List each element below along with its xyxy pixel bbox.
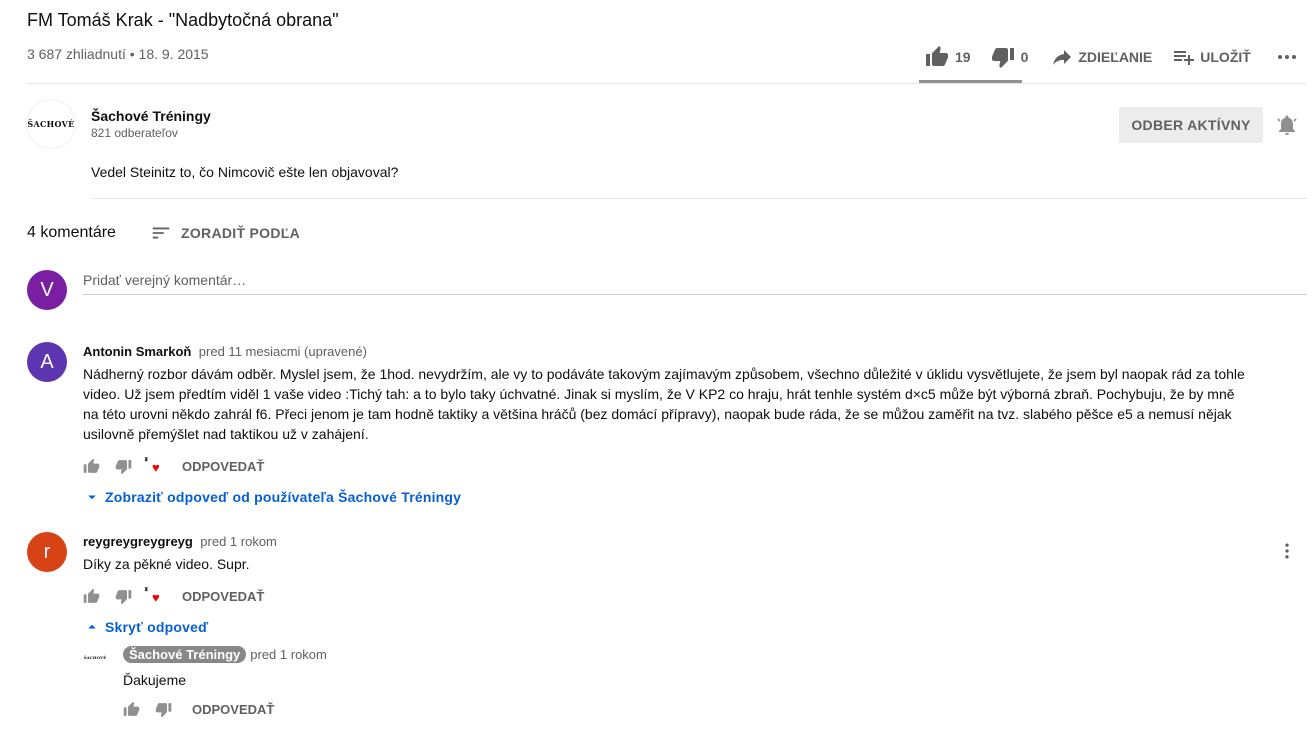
channel-avatar[interactable]: ŠACHOVÉ — [27, 100, 75, 148]
comment-text: Díky za pěkné video. Supr. — [83, 556, 250, 572]
thumb-up-icon[interactable] — [123, 701, 140, 718]
playlist-add-icon — [1174, 51, 1195, 65]
chevron-down-icon — [88, 495, 96, 500]
comment-avatar[interactable]: r — [27, 532, 67, 572]
reply-time[interactable]: pred 1 rokom — [250, 647, 327, 662]
notification-bell-button[interactable] — [1275, 113, 1299, 142]
video-meta: 3 687 zhliadnutí • 18. 9. 2015 — [27, 46, 209, 62]
thumb-down-icon[interactable] — [115, 458, 132, 475]
comment-author[interactable]: Antonin Smarkoň — [83, 344, 191, 359]
reply-header: Šachové Tréningy pred 1 rokom — [123, 646, 327, 663]
creator-heart-logo: ♜ — [144, 587, 149, 593]
heart-icon: ♥ — [152, 460, 160, 475]
thumb-up-icon — [926, 46, 948, 66]
more-actions-button[interactable] — [1275, 45, 1299, 69]
sort-icon — [152, 227, 170, 239]
comment-header: Antonin Smarkoň pred 11 mesiacmi (uprave… — [83, 343, 367, 361]
user-avatar: V — [27, 270, 67, 310]
reply-button[interactable]: ODPOVEDAŤ — [182, 459, 264, 474]
hide-replies-link[interactable]: Skryť odpoveď — [83, 618, 208, 636]
show-replies-link[interactable]: Zobraziť odpoveď od používateľa Šachové … — [83, 488, 461, 506]
thumb-up-icon[interactable] — [83, 588, 100, 605]
sort-label: ZORADIŤ PODĽA — [181, 225, 301, 241]
creator-heart: ♜ ♥ — [144, 587, 166, 605]
subscriber-count: 821 odberateľov — [91, 126, 178, 140]
show-replies-label: Zobraziť odpoveď od používateľa Šachové … — [105, 489, 462, 505]
comment-toolbar: ♜ ♥ ODPOVEDAŤ — [83, 457, 264, 475]
add-comment-input[interactable]: Pridať verejný komentár… — [83, 272, 246, 288]
comment-author[interactable]: reygreygreygreyg — [83, 534, 193, 549]
dislike-count: 0 — [1020, 49, 1029, 65]
reply-toolbar: ODPOVEDAŤ — [123, 701, 274, 718]
more-horiz-icon — [1277, 55, 1296, 59]
comment-text: Nádherný rozbor dávám odběr. Myslel jsem… — [83, 364, 1245, 444]
like-count: 19 — [955, 49, 971, 65]
thumb-down-icon — [991, 48, 1014, 68]
creator-heart-logo: ♜ — [144, 457, 149, 463]
thumb-up-icon[interactable] — [83, 458, 100, 475]
like-button[interactable]: 19 — [925, 45, 971, 69]
save-label: ULOŽIŤ — [1200, 49, 1251, 65]
share-button[interactable]: ZDIEĽANIE — [1050, 45, 1152, 69]
reply-logo-text: ŠACHOVÉ — [83, 654, 107, 660]
share-label: ZDIEĽANIE — [1078, 49, 1153, 65]
reply-text: Ďakujeme — [123, 672, 187, 688]
comment-time[interactable]: pred 1 rokom — [200, 534, 277, 549]
comment-text-line: video. Už jsem předtím viděl 1 vaše vide… — [83, 386, 1235, 402]
video-title: FM Tomáš Krak - "Nadbytočná obrana" — [27, 10, 339, 30]
channel-name[interactable]: Šachové Tréningy — [91, 108, 211, 124]
thumb-down-icon[interactable] — [155, 701, 172, 718]
reply-avatar[interactable]: ŠACHOVÉ — [83, 645, 107, 669]
save-button[interactable]: ULOŽIŤ — [1172, 45, 1251, 69]
comment-toolbar: ♜ ♥ ODPOVEDAŤ — [83, 587, 264, 605]
divider — [91, 198, 1307, 199]
video-description: Vedel Steinitz to, čo Nimcovič ešte len … — [91, 164, 399, 180]
comment-count: 4 komentáre — [27, 224, 116, 241]
hide-replies-label: Skryť odpoveď — [105, 619, 209, 635]
reply-button[interactable]: ODPOVEDAŤ — [182, 589, 264, 604]
bell-icon — [1277, 115, 1297, 135]
divider — [27, 83, 1307, 84]
subscribe-button[interactable]: ODBER AKTÍVNY — [1119, 107, 1263, 143]
channel-logo-text: ŠACHOVÉ — [27, 119, 75, 129]
video-actions: 19 0 ZDIEĽANIE ULOŽIŤ — [925, 38, 1299, 76]
comment-time[interactable]: pred 11 mesiacmi (upravené) — [199, 344, 367, 359]
reply-button[interactable]: ODPOVEDAŤ — [192, 702, 274, 717]
share-icon — [1053, 50, 1072, 65]
comment-text-line: Nádherný rozbor dávám odběr. Myslel jsem… — [83, 366, 1245, 382]
comment-text-line: usilovně přemýšlet nad taktikou už v zah… — [83, 426, 369, 442]
comment-menu-button[interactable] — [1277, 541, 1297, 566]
comment-input-underline — [83, 294, 1307, 295]
heart-icon: ♥ — [152, 590, 160, 605]
thumb-down-icon[interactable] — [115, 588, 132, 605]
dislike-button[interactable]: 0 — [991, 45, 1029, 69]
comment-text-line: na této urovni někdo zahrál f6. Přeci je… — [83, 406, 1232, 422]
comment-header: reygreygreygreyg pred 1 rokom — [83, 533, 277, 551]
creator-heart: ♜ ♥ — [144, 457, 166, 475]
chevron-up-icon — [88, 624, 96, 629]
sort-button[interactable]: ZORADIŤ PODĽA — [150, 222, 300, 244]
reply-author-badge[interactable]: Šachové Tréningy — [123, 646, 247, 663]
comment-avatar[interactable]: A — [27, 342, 67, 382]
more-vert-icon — [1285, 543, 1289, 559]
